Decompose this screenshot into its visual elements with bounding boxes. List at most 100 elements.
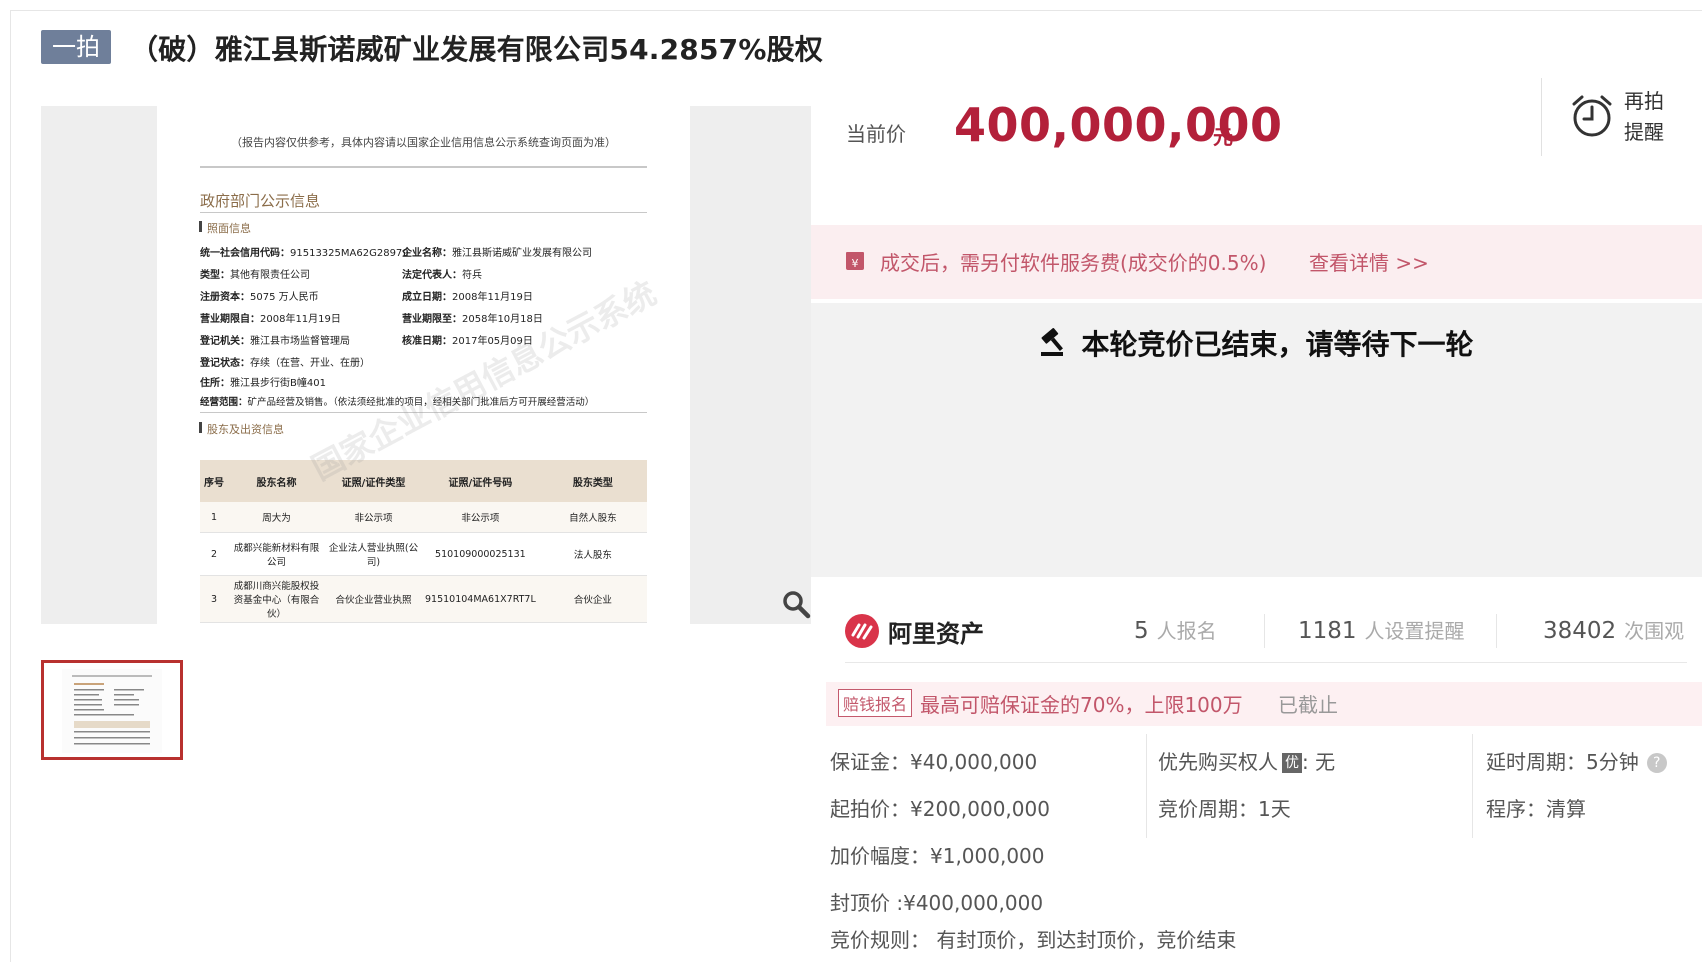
reminder-count: 1181 人设置提醒 [1298,615,1465,644]
divider [1496,614,1497,648]
table-cell: 企业法人营业执照(公司) [325,532,422,576]
bidding-cycle-info: 竞价周期：1天 [1158,797,1291,821]
top-border [10,10,1702,11]
divider [845,662,1687,663]
signup-number: 5 [1134,618,1149,644]
table-header: 证照/证件号码 [422,460,539,502]
price-unit: 元 [1213,125,1233,149]
thumbnail-preview [62,669,162,753]
delay-period-info: 延时周期：5分钟? [1486,746,1667,775]
view-count: 38402 次围观 [1543,615,1684,644]
divider [1264,614,1265,648]
auction-round-badge: 一拍 [41,30,111,64]
table-row: 3 成都川商兴能股权投资基金中心（有限合伙） 合伙企业营业执照 91510104… [200,575,647,623]
platform-name: 阿里资产 [888,620,984,648]
auction-status-panel: 本轮竞价已结束，请等待下一轮 [811,303,1702,577]
signup-count: 5 人报名 [1134,615,1217,644]
reminder-label: 再拍 提醒 [1624,86,1664,148]
compensation-status: 已截止 [1278,693,1338,717]
alarm-clock-icon [1572,95,1612,137]
view-number: 38402 [1543,618,1617,644]
table-cell: 非公示项 [422,502,539,533]
image-viewer[interactable]: （报告内容仅供参考，具体内容请以国家企业信用信息公示系统查询页面为准） 政府部门… [41,106,811,624]
table-cell: 自然人股东 [538,502,647,533]
auction-status-row: 本轮竞价已结束，请等待下一轮 [811,323,1702,363]
viewer-right-margin [690,106,811,624]
table-cell: 1 [200,502,228,533]
service-fee-notice: ¥ 成交后，需另付软件服务费(成交价的0.5%) 查看详情 >> [811,225,1702,299]
shareholder-table: 序号 股东名称 证照/证件类型 证照/证件号码 股东类型 1 周大为 非公示项 … [200,460,647,623]
svg-text:¥: ¥ [852,257,859,270]
doc-field: 法定代表人：符兵 [402,270,482,281]
divider [1146,734,1147,838]
bidding-rule-info: 竞价规则： 有封顶价，到达封顶价，竞价结束 [830,928,1237,952]
doc-field: 营业期限至：2058年10月18日 [402,314,543,325]
table-cell: 成都兴能新材料有限公司 [228,532,325,576]
page-title: （破）雅江县斯诺威矿业发展有限公司54.2857%股权 [130,33,823,66]
priority-buyer-label: 优先购买权人 [1158,750,1278,774]
table-cell: 法人股东 [538,532,647,576]
table-cell: 合伙企业 [538,575,647,623]
table-row: 2 成都兴能新材料有限公司 企业法人营业执照(公司) 5101090000251… [200,532,647,576]
auction-status-message: 本轮竞价已结束，请等待下一轮 [1081,328,1474,361]
doc-divider [200,166,647,168]
compensation-tag: 赔钱报名 [838,689,913,717]
start-price-info: 起拍价：¥200,000,000 [830,797,1050,821]
help-icon[interactable]: ? [1646,753,1667,773]
priority-badge: 优 [1282,753,1302,773]
doc-field: 住所：雅江县步行街B幢401 [200,378,326,389]
doc-field: 登记状态：存续（在营、开业、在册） [200,358,370,369]
table-cell: 91510104MA61X7RT7L [422,575,539,623]
table-cell: 2 [200,532,228,576]
table-cell: 合伙企业营业执照 [325,575,422,623]
viewer-left-margin [41,106,157,624]
zoom-icon[interactable] [781,589,811,619]
table-cell: 周大为 [228,502,325,533]
gavel-icon [1041,328,1064,356]
reminder-line-1: 再拍 [1624,89,1664,113]
left-border [10,10,11,962]
procedure-info: 程序：清算 [1486,797,1586,821]
service-fee-text: 成交后，需另付软件服务费(成交价的0.5%) [880,251,1267,275]
table-header: 股东名称 [228,460,325,502]
reminder-line-2: 提醒 [1624,120,1664,144]
doc-note: （报告内容仅供参考，具体内容请以国家企业信用信息公示系统查询页面为准） [231,136,616,149]
reminder-number: 1181 [1298,618,1357,644]
delay-period-text: 延时周期：5分钟 [1486,750,1639,774]
doc-field: 注册资本：5075 万人民币 [200,292,319,303]
increment-info: 加价幅度：¥1,000,000 [830,844,1045,868]
doc-divider [200,212,647,213]
table-header: 股东类型 [538,460,647,502]
current-price-label: 当前价 [846,122,906,146]
divider [1472,734,1473,838]
doc-field: 登记机关：雅江县市场监督管理局 [200,336,350,347]
table-row: 1 周大为 非公示项 非公示项 自然人股东 [200,502,647,533]
divider [1541,78,1542,156]
doc-field: 企业名称：雅江县斯诺威矿业发展有限公司 [402,248,592,259]
doc-subsection-basic: 照面信息 [199,221,251,235]
doc-subsection-shareholders: 股东及出资信息 [199,422,284,436]
priority-buyer-value: : 无 [1302,750,1336,774]
re-auction-reminder-button[interactable]: 再拍 提醒 [1570,86,1670,150]
doc-field: 营业期限自：2008年11月19日 [200,314,341,325]
doc-field: 类型：其他有限责任公司 [200,270,310,281]
table-header: 序号 [200,460,228,502]
thumbnail-doc-icon [72,675,152,745]
view-details-link[interactable]: 查看详情 >> [1309,247,1429,276]
compensation-text: 最高可赔保证金的70%，上限100万 [920,693,1243,717]
table-cell: 成都川商兴能股权投资基金中心（有限合伙） [228,575,325,623]
reminder-count-label: 人设置提醒 [1364,619,1465,643]
table-cell: 3 [200,575,228,623]
doc-section-title: 政府部门公示信息 [200,192,321,210]
fee-icon: ¥ [846,252,864,270]
table-cell: 非公示项 [325,502,422,533]
ali-assets-logo-icon [845,614,879,648]
image-thumbnail[interactable] [41,660,183,760]
priority-buyer-info: 优先购买权人优: 无 [1158,746,1335,775]
doc-field: 成立日期：2008年11月19日 [402,292,533,303]
signup-label: 人报名 [1156,619,1217,643]
cap-price-info: 封顶价 :¥400,000,000 [830,891,1044,915]
view-label: 次围观 [1624,619,1685,643]
document-image: （报告内容仅供参考，具体内容请以国家企业信用信息公示系统查询页面为准） 政府部门… [157,106,690,624]
table-cell: 510109000025131 [422,532,539,576]
